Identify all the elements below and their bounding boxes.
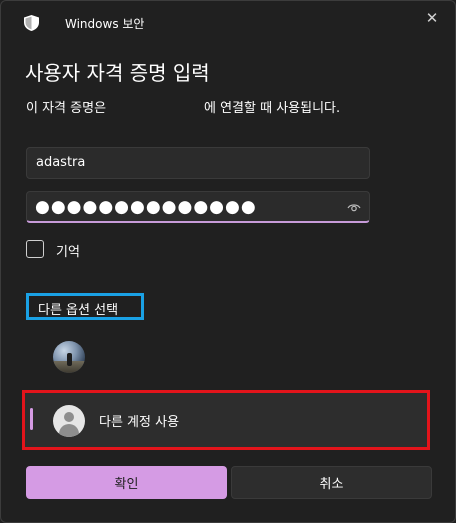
person-icon bbox=[53, 405, 85, 437]
avatar-figure bbox=[67, 353, 72, 366]
password-field[interactable]: ●●●●●●●●●●●●●● bbox=[26, 191, 370, 223]
username-field[interactable]: adastra bbox=[26, 147, 370, 179]
eye-icon[interactable] bbox=[347, 201, 361, 213]
more-choices-link[interactable]: 다른 옵션 선택 bbox=[26, 293, 144, 320]
remember-label: 기억 bbox=[56, 245, 80, 260]
person-icon-head bbox=[64, 412, 74, 422]
title-bar: Windows 보안 ✕ bbox=[1, 1, 455, 41]
shield-icon bbox=[24, 15, 39, 31]
use-different-account-label: 다른 계정 사용 bbox=[99, 415, 180, 430]
credential-dialog: Windows 보안 ✕ 사용자 자격 증명 입력 이 자격 증명은 에 연결할… bbox=[0, 0, 456, 523]
use-different-account-option[interactable]: 다른 계정 사용 bbox=[22, 390, 430, 450]
username-value: adastra bbox=[36, 155, 86, 170]
more-choices-label: 다른 옵션 선택 bbox=[38, 303, 119, 318]
close-icon: ✕ bbox=[425, 9, 439, 27]
dialog-subtext-after: 에 연결할 때 사용됩니다. bbox=[204, 101, 341, 116]
close-button[interactable]: ✕ bbox=[419, 7, 445, 29]
ok-button[interactable]: 확인 bbox=[26, 466, 227, 499]
cancel-button[interactable]: 취소 bbox=[231, 466, 432, 499]
user-photo-icon[interactable] bbox=[53, 341, 85, 373]
dialog-subtext-before: 이 자격 증명은 bbox=[26, 101, 107, 116]
person-icon-body bbox=[59, 424, 79, 437]
app-title: Windows 보안 bbox=[65, 17, 145, 31]
selection-indicator bbox=[30, 408, 33, 430]
remember-checkbox[interactable] bbox=[26, 240, 44, 258]
dialog-heading: 사용자 자격 증명 입력 bbox=[25, 61, 210, 85]
password-value: ●●●●●●●●●●●●●● bbox=[35, 197, 257, 217]
